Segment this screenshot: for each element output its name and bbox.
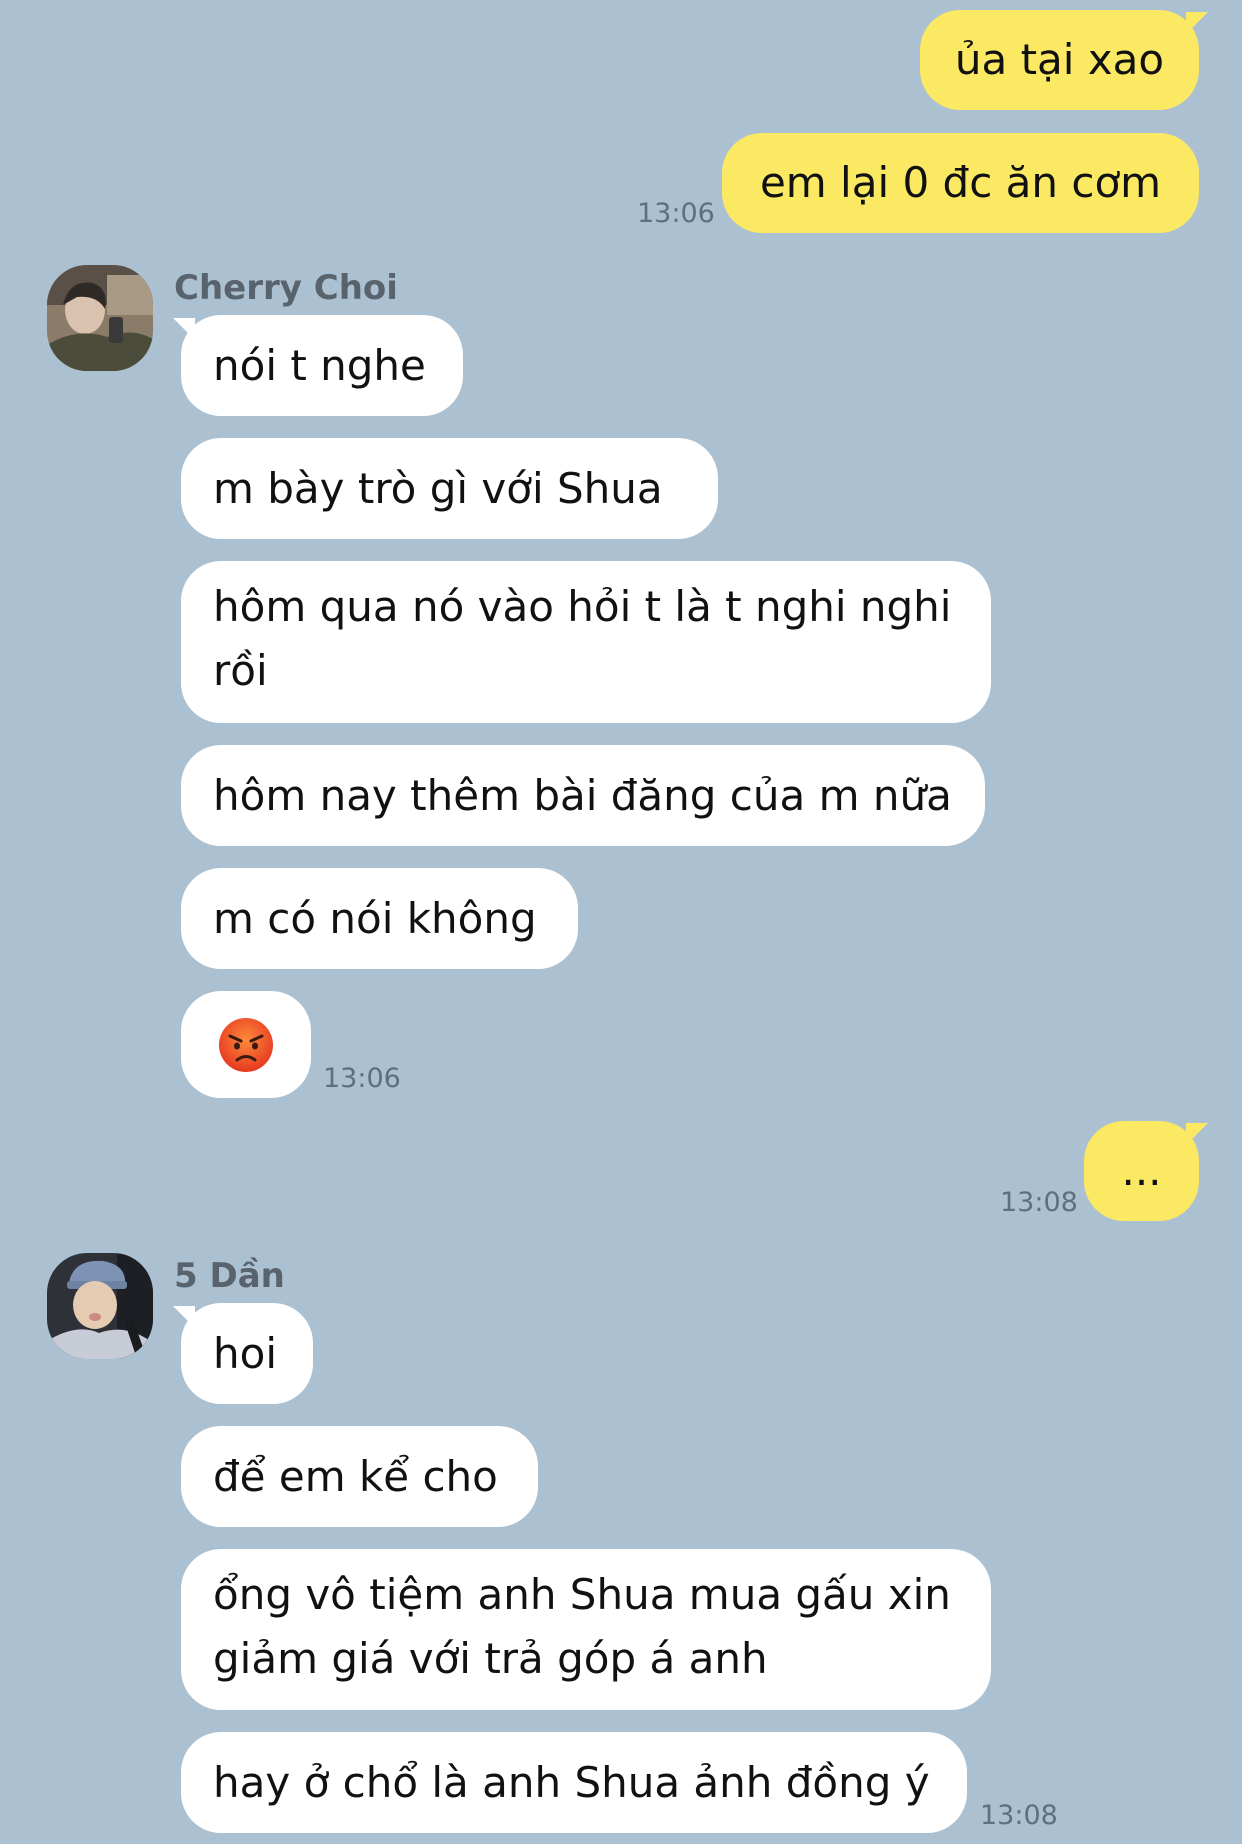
- message-text: hoi: [213, 1328, 277, 1378]
- message-text-line: hôm qua nó vào hỏi t là t nghi nghi: [213, 582, 952, 631]
- incoming-message-bubble[interactable]: ổng vô tiệm anh Shua mua gấu xin giảm gi…: [181, 1549, 991, 1710]
- avatar[interactable]: [47, 1253, 153, 1359]
- incoming-message-bubble[interactable]: m bày trò gì với Shua: [181, 438, 718, 539]
- bubble-tail: [1186, 12, 1208, 34]
- chat-thread[interactable]: ủa tại xao em lại 0 đc ăn cơm 13:06 Cher…: [0, 0, 1242, 1844]
- avatar-photo: [47, 1253, 153, 1359]
- message-text: hôm nay thêm bài đăng của m nữa: [213, 770, 952, 820]
- bubble-tail: [173, 1306, 195, 1328]
- message-timestamp: 13:08: [980, 1800, 1058, 1831]
- incoming-message-bubble[interactable]: hoi: [181, 1303, 313, 1404]
- message-text: ủa tại xao: [954, 35, 1165, 84]
- message-text: em lại 0 đc ăn cơm: [759, 158, 1162, 207]
- incoming-message-bubble[interactable]: hôm nay thêm bài đăng của m nữa: [181, 745, 985, 846]
- message-timestamp: 13:06: [323, 1063, 401, 1094]
- sender-name[interactable]: Cherry Choi: [174, 268, 398, 308]
- message-text-line: rồi: [213, 646, 268, 695]
- incoming-message-bubble[interactable]: hôm qua nó vào hỏi t là t nghi nghi rồi: [181, 561, 991, 723]
- message-text: hay ở chổ là anh Shua ảnh đồng ý: [213, 1757, 930, 1807]
- incoming-message-bubble[interactable]: để em kể cho: [181, 1426, 538, 1527]
- avatar-photo: [47, 265, 153, 371]
- outgoing-message-bubble[interactable]: em lại 0 đc ăn cơm: [722, 133, 1199, 233]
- angry-face-emoji-icon: [218, 1017, 274, 1073]
- sender-name[interactable]: 5 Dần: [174, 1256, 285, 1296]
- outgoing-message-bubble[interactable]: ủa tại xao: [920, 10, 1199, 110]
- message-text: ...: [1121, 1146, 1162, 1195]
- incoming-message-bubble[interactable]: nói t nghe: [181, 315, 463, 416]
- message-text: để em kể cho: [213, 1451, 498, 1501]
- message-text: nói t nghe: [213, 340, 426, 390]
- outgoing-message-bubble[interactable]: ...: [1084, 1121, 1199, 1221]
- incoming-message-bubble[interactable]: m có nói không: [181, 868, 578, 969]
- incoming-message-bubble[interactable]: hay ở chổ là anh Shua ảnh đồng ý: [181, 1732, 967, 1833]
- message-text: m bày trò gì với Shua: [213, 463, 663, 513]
- message-text-line: giảm giá với trả góp á anh: [213, 1634, 768, 1683]
- incoming-message-bubble[interactable]: [181, 991, 311, 1098]
- message-timestamp: 13:08: [1000, 1187, 1078, 1218]
- message-text: m có nói không: [213, 893, 537, 943]
- avatar[interactable]: [47, 265, 153, 371]
- bubble-tail: [173, 318, 195, 340]
- bubble-tail: [1186, 1123, 1208, 1145]
- message-text-line: ổng vô tiệm anh Shua mua gấu xin: [213, 1570, 951, 1619]
- message-timestamp: 13:06: [637, 198, 715, 229]
